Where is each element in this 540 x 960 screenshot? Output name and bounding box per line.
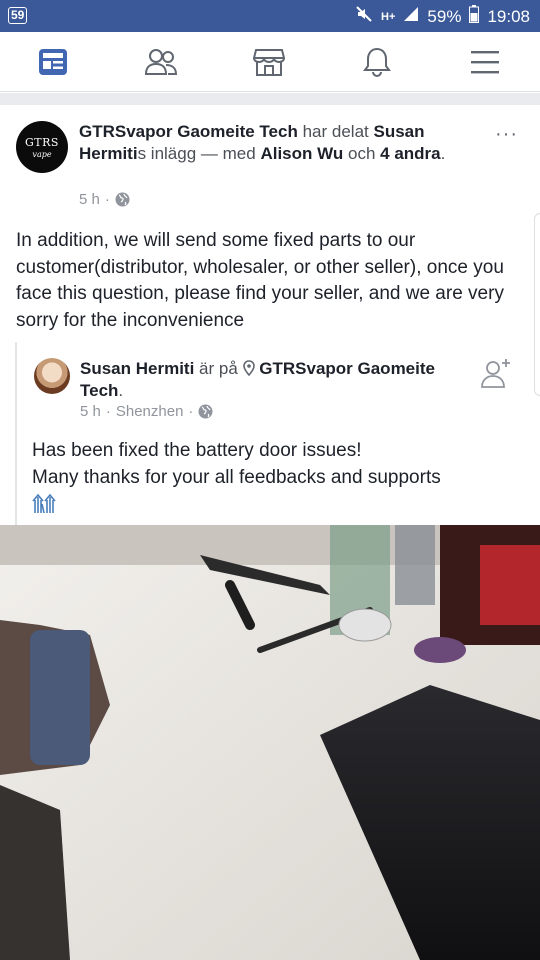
post-verb: har delat — [302, 122, 369, 141]
header-period: . — [440, 144, 446, 163]
others-link[interactable]: 4 andra — [380, 144, 440, 163]
meta-separator: · — [105, 403, 111, 420]
shared-suffix: s inlägg — [137, 144, 197, 163]
news-feed-icon — [39, 49, 67, 75]
post-timestamp[interactable]: 5 h — [79, 191, 100, 208]
network-type: H+ — [381, 11, 396, 23]
location-pin-icon — [242, 360, 255, 377]
page-avatar[interactable]: GTRS vape — [16, 121, 68, 173]
hands-emoji-icon — [32, 492, 56, 519]
bell-icon — [363, 47, 391, 78]
shared-verb: är på — [199, 359, 238, 378]
mute-icon — [355, 5, 373, 29]
shared-post[interactable]: Susan Hermiti är på GTRSvapor Gaomeite T… — [15, 342, 540, 525]
globe-icon — [198, 404, 213, 419]
shared-timestamp[interactable]: 5 h — [80, 403, 101, 420]
post-video[interactable] — [0, 525, 540, 960]
with-text: — med — [200, 144, 256, 163]
nav-menu[interactable] — [465, 44, 505, 80]
marketplace-icon — [253, 49, 285, 76]
avatar-logo-text: GTRS — [25, 135, 59, 149]
post-options-button[interactable]: ··· — [495, 123, 518, 146]
signal-icon — [403, 6, 419, 28]
and-text: och — [347, 144, 376, 163]
shared-author-link[interactable]: Susan Hermiti — [80, 359, 194, 378]
tagged-person-link[interactable]: Alison Wu — [260, 144, 343, 163]
meta-separator: · — [188, 403, 194, 420]
shared-text-line: Many thanks for your all feedbacks and s… — [32, 466, 441, 488]
globe-icon — [115, 192, 130, 207]
nav-marketplace[interactable] — [249, 44, 289, 80]
nav-notifications[interactable] — [357, 44, 397, 80]
nav-friends[interactable] — [141, 44, 181, 80]
hamburger-icon — [471, 51, 499, 74]
post-author-link[interactable]: GTRSvapor Gaomeite Tech — [79, 122, 298, 141]
post-header: GTRSvapor Gaomeite Tech har delat Susan … — [79, 121, 469, 165]
battery-icon — [469, 5, 480, 29]
shared-location[interactable]: Shenzhen — [116, 403, 184, 420]
post-meta: 5 h · — [79, 191, 130, 208]
video-frame — [0, 525, 540, 960]
shared-text-line: Has been fixed the battery door issues! — [32, 440, 362, 461]
clock: 19:08 — [487, 7, 530, 26]
meta-separator: · — [104, 191, 110, 208]
shared-period: . — [118, 381, 124, 400]
post-text: In addition, we will send some fixed par… — [16, 230, 504, 331]
status-icons: H+ 59% 19:08 — [355, 5, 530, 29]
nav-news-feed[interactable] — [33, 44, 73, 80]
feed-post: GTRS vape GTRSvapor Gaomeite Tech har de… — [0, 105, 540, 525]
shared-post-text: Has been fixed the battery door issues! … — [32, 438, 512, 491]
feed-divider — [0, 93, 540, 105]
add-friend-button[interactable] — [480, 357, 512, 394]
add-friend-icon — [481, 359, 510, 388]
shared-author-avatar[interactable] — [34, 358, 70, 394]
friends-icon — [144, 49, 178, 75]
shared-post-meta: 5 h · Shenzhen · — [80, 403, 213, 420]
notification-count-badge: 59 — [8, 7, 28, 24]
battery-percentage: 59% — [427, 7, 462, 26]
scroll-edge-card — [534, 213, 540, 396]
avatar-logo-subtext: vape — [32, 149, 52, 159]
status-bar: 59 H+ 59% 19:08 — [0, 0, 540, 32]
top-navigation — [0, 32, 540, 92]
shared-post-header: Susan Hermiti är på GTRSvapor Gaomeite T… — [80, 358, 460, 402]
